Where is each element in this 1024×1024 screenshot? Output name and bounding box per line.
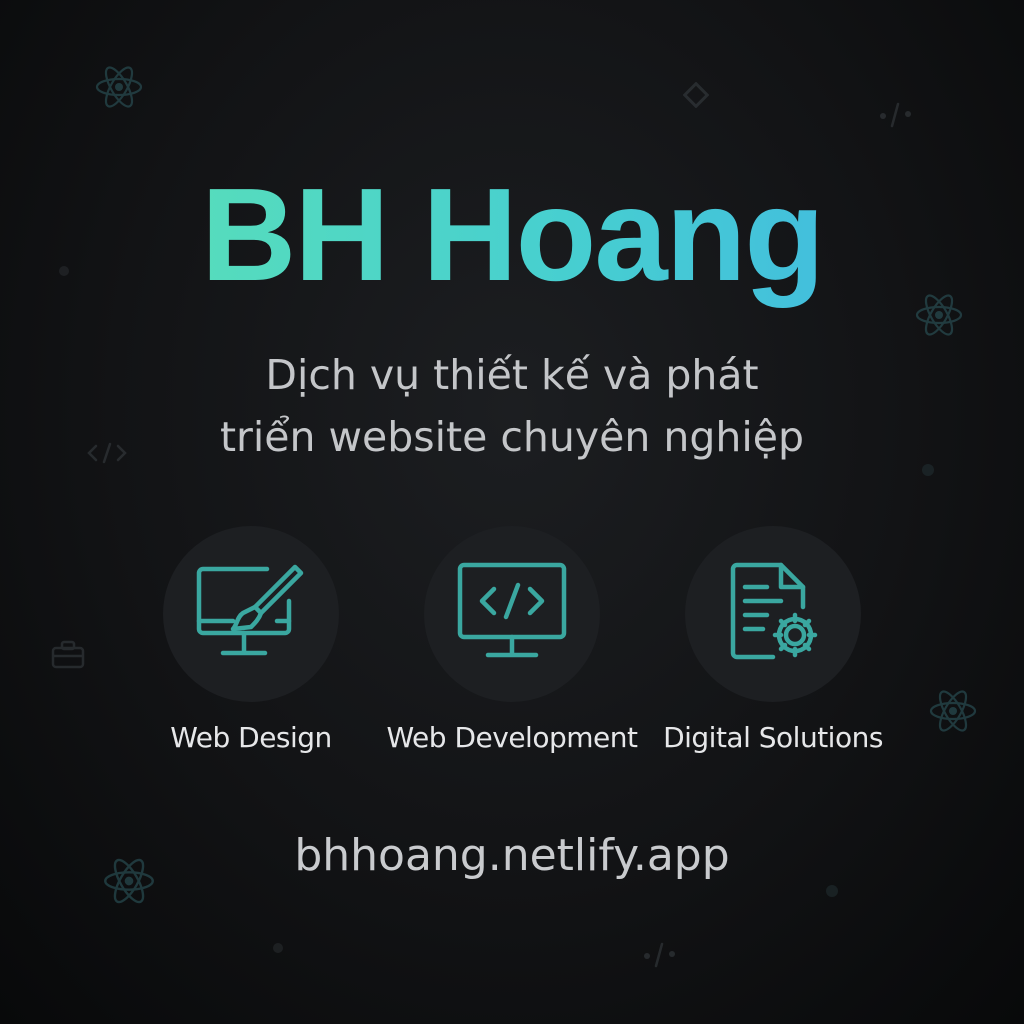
react-atom-icon — [95, 66, 143, 108]
tagline: Dịch vụ thiết kế và phát triển website c… — [0, 344, 1024, 468]
dot-decoration — [273, 943, 283, 953]
service-label: Digital Solutions — [663, 721, 883, 754]
dot-decoration — [826, 885, 838, 897]
service-icon-circle — [163, 526, 339, 702]
diamond-icon — [683, 82, 709, 108]
document-gear-icon — [730, 562, 818, 660]
react-atom-icon — [929, 690, 977, 732]
service-label: Web Development — [386, 721, 638, 754]
service-icon-circle — [685, 526, 861, 702]
tagline-line-1: Dịch vụ thiết kế và phát — [265, 351, 759, 399]
service-icon-circle — [424, 526, 600, 702]
website-url[interactable]: bhhoang.netlify.app — [0, 826, 1024, 886]
service-label: Web Design — [170, 721, 332, 754]
code-tag-icon — [644, 942, 675, 968]
code-tag-icon — [880, 102, 911, 128]
brand-title: BH Hoang — [0, 160, 1024, 310]
tagline-line-2: triển website chuyên nghiệp — [219, 413, 805, 461]
briefcase-icon — [51, 640, 85, 669]
monitor-brush-icon — [196, 564, 304, 656]
service-web-design: Web Design — [101, 526, 401, 758]
service-digital-solutions: Digital Solutions — [623, 526, 923, 758]
monitor-code-icon — [457, 562, 567, 658]
poster-canvas: BH Hoang Dịch vụ thiết kế và phát triển … — [0, 0, 1024, 1024]
service-web-development: Web Development — [362, 526, 662, 758]
